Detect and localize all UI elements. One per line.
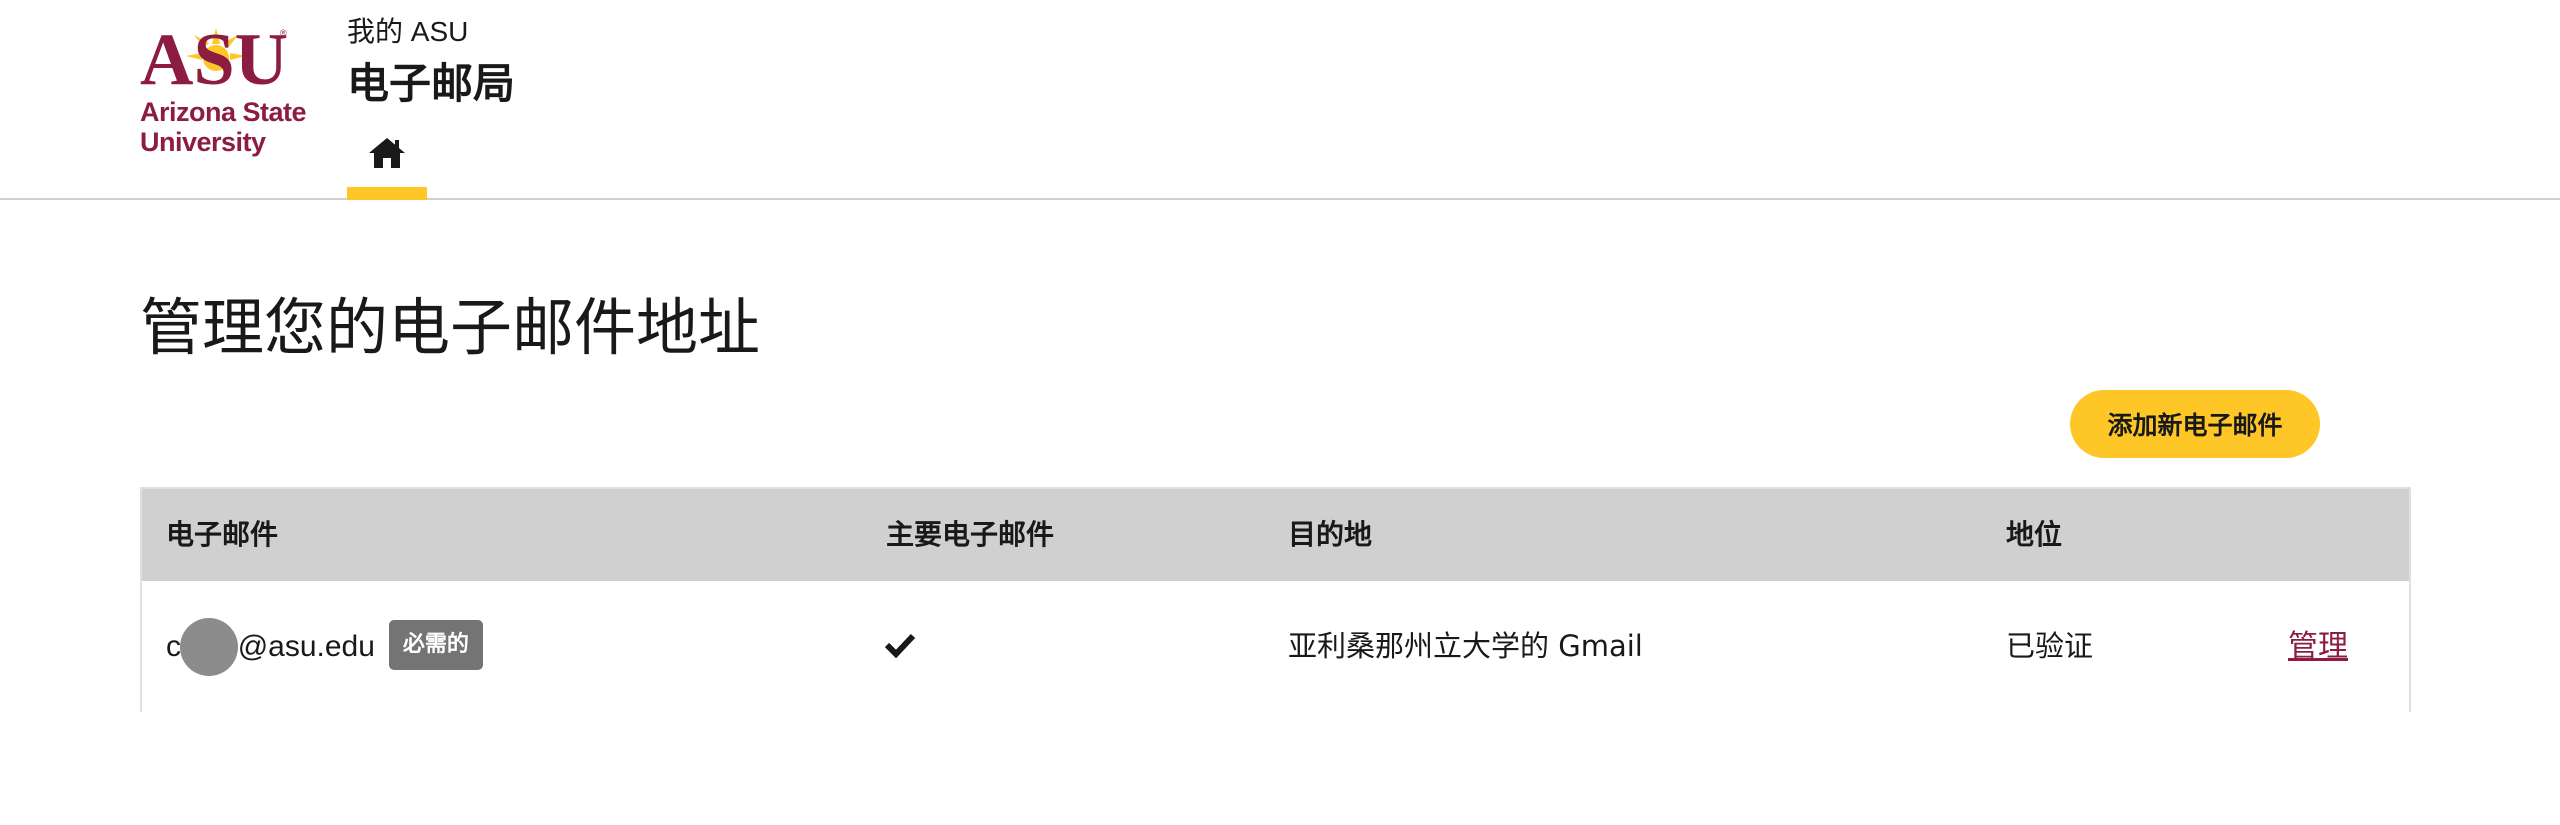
manage-email-link[interactable]: 管理 (2288, 581, 2348, 712)
svg-text:ASU: ASU (140, 22, 288, 92)
logo-line-university: University (140, 127, 266, 157)
redaction-blob (180, 618, 238, 676)
column-header-status: 地位 (2006, 518, 2063, 551)
site-header: ASU ® Arizona State University 我的 ASU 电子… (0, 0, 2560, 200)
primary-email-cell (884, 581, 916, 712)
active-nav-indicator (347, 187, 427, 200)
required-badge: 必需的 (388, 620, 483, 670)
table-header: 电子邮件 主要电子邮件 目的地 地位 (142, 489, 2409, 581)
status-cell: 已验证 (2006, 629, 2094, 663)
page-title: 管理您的电子邮件地址 (140, 291, 761, 364)
svg-text:®: ® (280, 28, 287, 38)
email-table: 电子邮件 主要电子邮件 目的地 地位 c ey5@asu.edu 必需的 亚利桑那… (140, 487, 2411, 712)
asu-logo-mark-icon: ASU ® (140, 22, 288, 92)
column-header-email: 电子邮件 (166, 518, 279, 551)
site-title[interactable]: 电子邮局 (347, 58, 515, 110)
destination-cell: 亚利桑那州立大学的 Gmail (1288, 629, 1643, 663)
nav-home[interactable] (347, 128, 427, 200)
column-header-destination: 目的地 (1288, 518, 1373, 551)
logo-line-arizona-state: Arizona State (140, 97, 307, 127)
asu-logo[interactable]: ASU ® Arizona State University (140, 22, 320, 162)
table-row: c ey5@asu.edu 必需的 亚利桑那州立大学的 Gmail 已验证 管理 (142, 581, 2409, 712)
home-icon (369, 138, 405, 168)
column-header-primary-email: 主要电子邮件 (886, 518, 1055, 551)
site-subtitle[interactable]: 我的 ASU (347, 14, 468, 50)
checkmark-icon (884, 633, 916, 659)
add-new-email-button[interactable]: 添加新电子邮件 (2070, 390, 2320, 458)
